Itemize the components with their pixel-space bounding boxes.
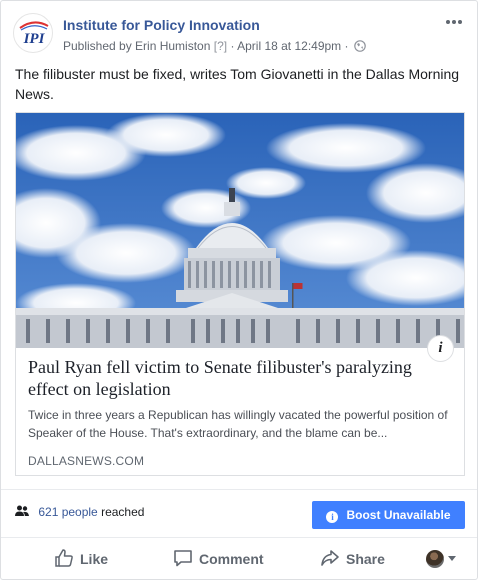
svg-text:IPI: IPI [23, 31, 46, 47]
post-as-selector[interactable] [426, 550, 460, 568]
share-label: Share [346, 551, 385, 567]
reach-count-link[interactable]: 621 people [38, 505, 97, 519]
post-text: The filibuster must be fixed, writes Tom… [15, 66, 460, 102]
link-headline[interactable]: Paul Ryan fell victim to Senate filibust… [28, 356, 448, 400]
info-icon: i [326, 511, 339, 523]
like-button[interactable]: Like [54, 548, 108, 570]
comment-button[interactable]: Comment [173, 548, 264, 570]
action-bar: Like Comment Share [1, 537, 477, 579]
link-domain: DALLASNEWS.COM [28, 454, 145, 468]
people-icon [15, 505, 29, 516]
published-by[interactable]: Published by Erin Humiston [63, 39, 210, 53]
boost-unavailable-button[interactable]: i Boost Unavailable [312, 501, 465, 529]
capitol-building-image [16, 113, 464, 348]
boost-label: Boost Unavailable [346, 508, 451, 522]
chevron-down-icon [448, 556, 456, 561]
post-card: IPI Institute for Policy Innovation Publ… [0, 0, 478, 580]
user-avatar [426, 550, 444, 568]
page-avatar[interactable]: IPI [13, 13, 53, 53]
help-marker[interactable]: [?] [214, 39, 227, 53]
meta-separator-2: · [344, 39, 349, 53]
link-preview[interactable]: i Paul Ryan fell victim to Senate filibu… [15, 112, 465, 476]
globe-icon[interactable] [354, 40, 366, 55]
page-name-link[interactable]: Institute for Policy Innovation [63, 17, 260, 33]
reach-summary: 621 people reached [15, 505, 144, 519]
post-meta: Published by Erin Humiston [?] · April 1… [63, 39, 366, 55]
thumbs-up-icon [55, 549, 73, 567]
ipi-logo-icon: IPI [19, 21, 49, 47]
like-label: Like [80, 551, 109, 567]
comment-label: Comment [199, 551, 264, 567]
post-header: IPI Institute for Policy Innovation Publ… [13, 13, 465, 57]
insights-row: 621 people reached i Boost Unavailable [1, 489, 477, 537]
meta-separator: · [230, 39, 235, 53]
more-options-icon[interactable] [443, 15, 465, 29]
post-timestamp[interactable]: April 18 at 12:49pm [237, 39, 341, 53]
share-arrow-icon [321, 550, 339, 566]
reach-suffix: reached [101, 505, 145, 519]
link-summary: Twice in three years a Republican has wi… [28, 408, 448, 440]
share-button[interactable]: Share [320, 548, 385, 570]
capitol-photo[interactable] [16, 113, 464, 348]
comment-bubble-icon [174, 550, 192, 567]
